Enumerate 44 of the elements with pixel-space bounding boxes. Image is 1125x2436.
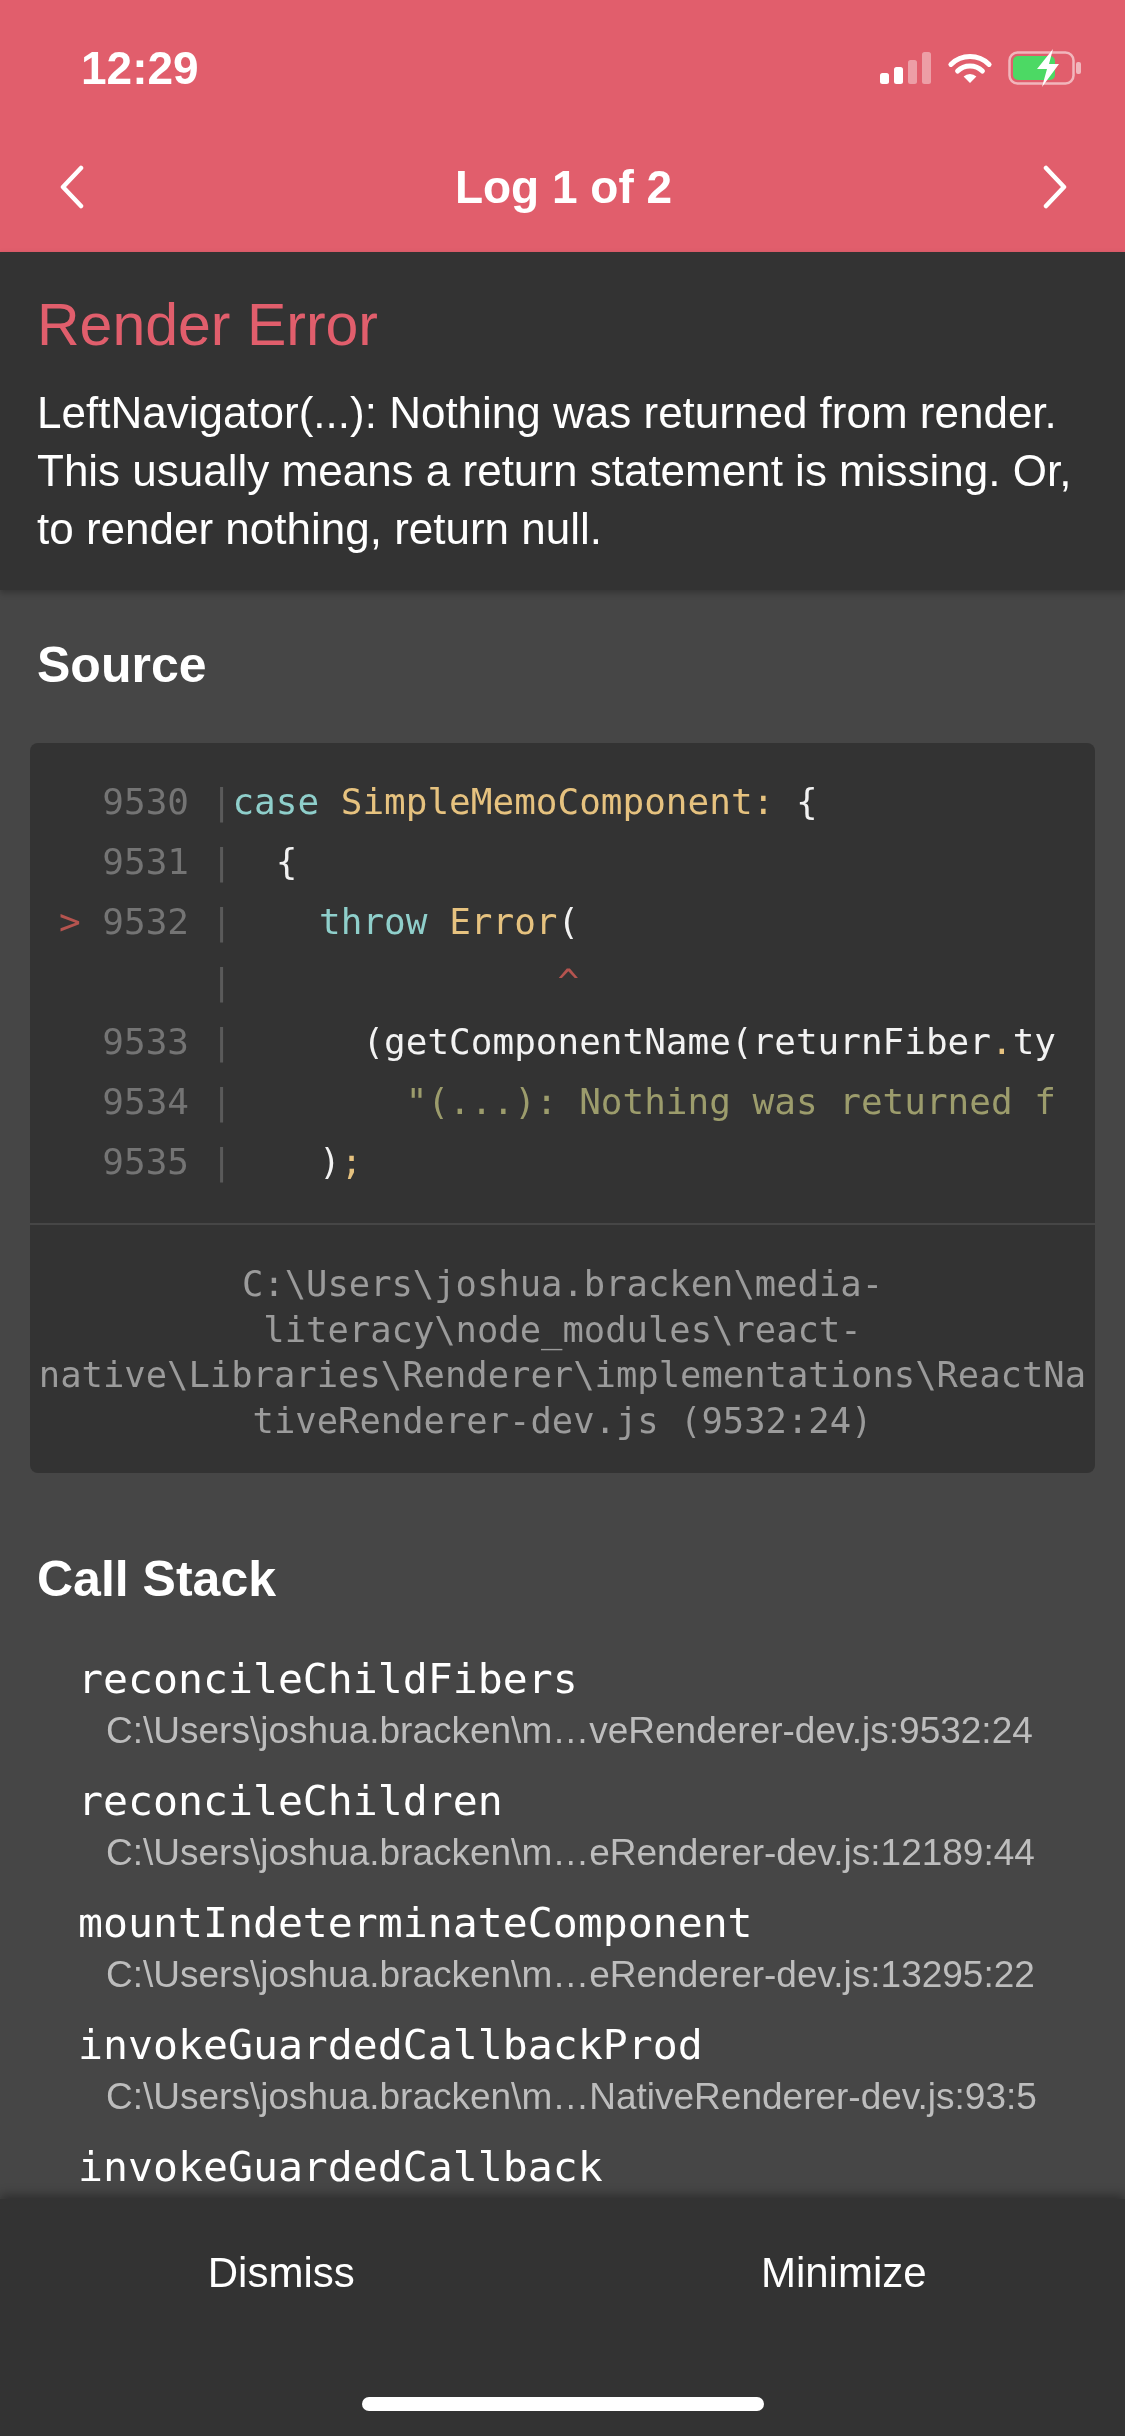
stack-frame-function: invokeGuardedCallbackProd: [78, 2021, 703, 2069]
gutter-label: |: [210, 840, 233, 885]
current-line-marker: >: [59, 900, 81, 944]
code-line: "(...): Nothing was returned f: [405, 1081, 1056, 1122]
gutter-label: |: [210, 900, 233, 945]
code-line: throw Error(: [319, 901, 580, 942]
file-path: C:\Users\joshua.bracken\media-literacy\node_modules\react-native\Libraries\Renderer\implementations\ReactNativeRenderer-dev.js (9532:24): [37, 1262, 1088, 1443]
gutter-label: |: [210, 1080, 233, 1125]
line-number: 9531: [102, 840, 190, 884]
status-time: 12:29: [81, 41, 199, 95]
stack-frame-location: C:\Users\joshua.bracken\m…eRenderer-dev.js:13295:22: [106, 1954, 1035, 1996]
log-counter-title: Log 1 of 2: [454, 160, 673, 214]
signal-icon: [880, 51, 932, 85]
gutter-label: |: [210, 1020, 233, 1065]
stack-frame-function: invokeGuardedCallback: [78, 2143, 603, 2191]
error-caret: ^: [557, 961, 580, 1002]
stack-frame-location: C:\Users\joshua.bracken\m…NativeRenderer-dev.js:93:5: [106, 2076, 1037, 2118]
gutter-label: |: [210, 780, 233, 825]
gutter-label: |: [210, 960, 233, 1005]
code-line: {: [275, 841, 298, 882]
stack-frame-location: C:\Users\joshua.bracken\m…veRenderer-dev.js:9532:24: [106, 1710, 1033, 1752]
error-title: Render Error: [37, 291, 378, 359]
code-line: case SimpleMemoComponent: {: [232, 781, 818, 822]
chevron-left-icon: [59, 165, 85, 209]
stack-frame-function: mountIndeterminateComponent: [78, 1899, 753, 1947]
section-heading: Call Stack: [37, 1550, 276, 1608]
line-number: 9530: [102, 780, 190, 824]
section-heading: Source: [37, 636, 207, 694]
stack-frame-function: reconcileChildFibers: [78, 1655, 578, 1703]
stack-frame-location: C:\Users\joshua.bracken\m…eRenderer-dev.js:12189:44: [106, 1832, 1035, 1874]
line-number: 9534: [102, 1080, 190, 1124]
action-button[interactable]: Minimize: [736, 2236, 951, 2310]
code-line: (getComponentName(returnFiber.ty: [362, 1021, 1056, 1062]
code-line: );: [319, 1141, 363, 1182]
action-button[interactable]: Dismiss: [183, 2236, 379, 2310]
line-number: 9532: [102, 900, 190, 944]
stack-frame-function: reconcileChildren: [78, 1777, 503, 1825]
error-message: LeftNavigator(...): Nothing was returned from render. This usually means a return statement is missing. Or, to render nothing, return null.: [37, 387, 1073, 555]
line-number: 9535: [102, 1140, 190, 1184]
gutter-label: |: [210, 1140, 233, 1185]
battery-charging-icon: [1008, 49, 1082, 87]
chevron-right-icon: [1042, 165, 1068, 209]
wifi-icon: [947, 51, 993, 85]
line-number: 9533: [102, 1020, 190, 1064]
